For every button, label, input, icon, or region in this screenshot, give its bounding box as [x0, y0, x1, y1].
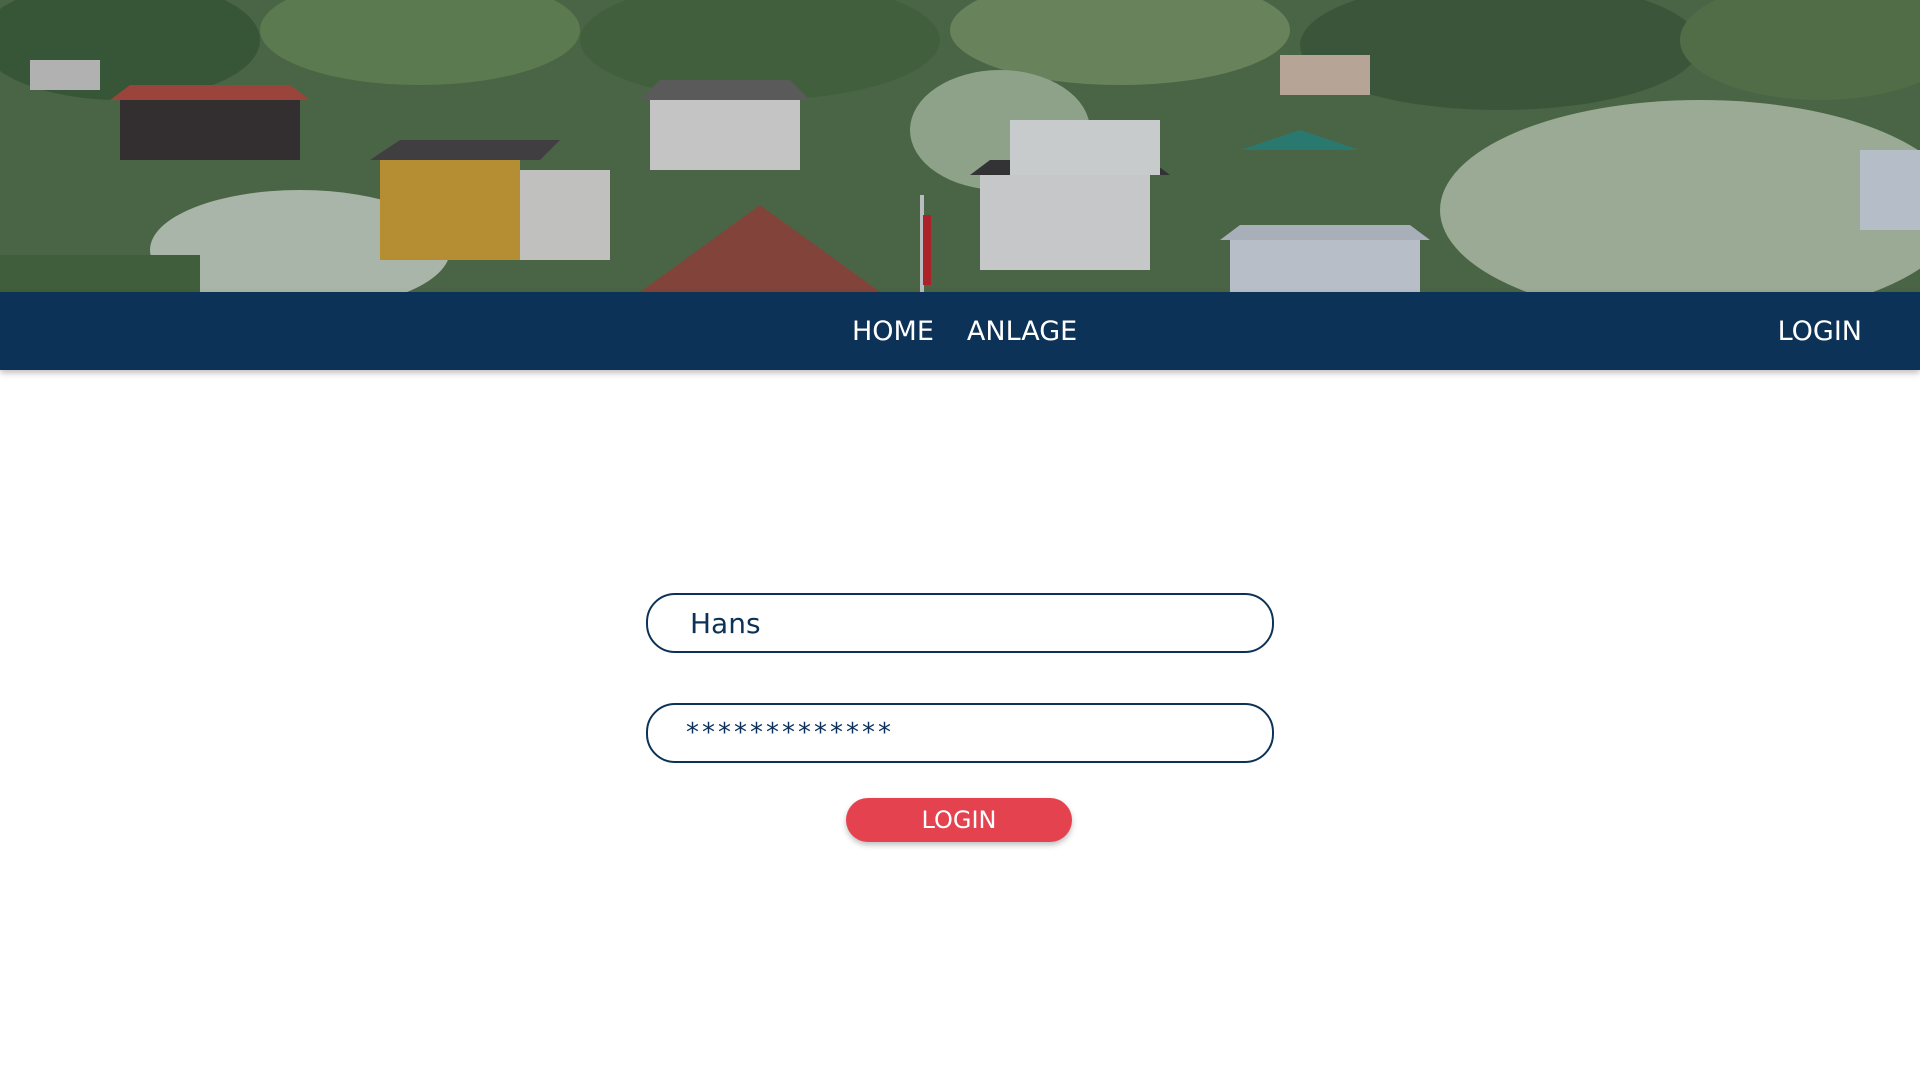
- password-field: [646, 703, 1274, 763]
- hero-banner-image: [0, 0, 1920, 292]
- nav-link-anlage[interactable]: ANLAGE: [967, 316, 1077, 347]
- login-submit-button[interactable]: LOGIN: [846, 798, 1072, 842]
- password-input[interactable]: [648, 717, 1272, 749]
- username-input[interactable]: [648, 605, 1272, 641]
- username-field: [646, 593, 1274, 653]
- main-navbar: HOME ANLAGE LOGIN: [0, 292, 1920, 370]
- nav-menu: HOME ANLAGE: [852, 292, 1077, 370]
- nav-link-home[interactable]: HOME: [852, 316, 934, 347]
- nav-login-container: LOGIN: [1778, 292, 1862, 370]
- nav-link-login[interactable]: LOGIN: [1778, 316, 1862, 347]
